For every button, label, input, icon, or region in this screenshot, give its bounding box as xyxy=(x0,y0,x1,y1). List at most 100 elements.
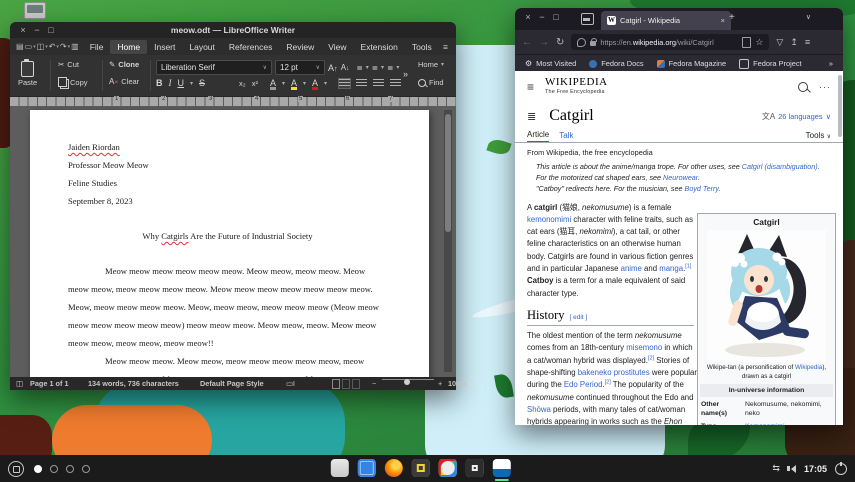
toolbar-overflow-icon[interactable]: » xyxy=(403,69,408,79)
menu-tab-layout[interactable]: Layout xyxy=(182,40,222,54)
workspace-dot[interactable] xyxy=(34,465,42,473)
document-area[interactable]: Jaiden Riordan Professor Meow Meow Felin… xyxy=(10,106,456,377)
reader-mode-icon[interactable] xyxy=(742,37,751,48)
reload-icon[interactable]: ↻ xyxy=(556,37,564,48)
workspace-dot[interactable] xyxy=(66,465,74,473)
files-app-icon[interactable] xyxy=(330,459,348,477)
menu-tab-extension[interactable]: Extension xyxy=(354,40,405,54)
cut-button[interactable]: ✂Cut xyxy=(58,60,79,69)
menu-tab-file[interactable]: File xyxy=(83,40,111,54)
strikethrough-button[interactable]: S xyxy=(199,78,205,88)
paste-icon[interactable] xyxy=(21,61,34,77)
dropdown-icon[interactable]: ▾ xyxy=(303,80,306,87)
list-tabs-icon[interactable]: ∨ xyxy=(806,13,811,21)
word-count[interactable]: 134 words, 736 characters xyxy=(88,379,179,388)
dropdown-icon[interactable]: ▾ xyxy=(282,80,285,87)
tools-menu[interactable]: Tools ∨ xyxy=(806,131,831,142)
workspace-dot[interactable] xyxy=(82,465,90,473)
system-tray[interactable]: ⇆ 17:05 xyxy=(772,455,847,482)
edit-link[interactable]: [ edit ] xyxy=(570,312,588,324)
languages-button[interactable]: 文A 26 languages ∨ xyxy=(762,111,831,122)
superscript-button[interactable]: x² xyxy=(252,79,258,88)
dropdown-icon[interactable]: ▾ xyxy=(68,44,71,50)
workspace-dot[interactable] xyxy=(50,465,58,473)
contents-icon[interactable]: ≣ xyxy=(527,110,536,123)
grow-font-icon[interactable]: A↑ xyxy=(328,63,338,73)
dropdown-icon[interactable]: ▾ xyxy=(366,64,369,71)
boxes-app-icon[interactable] xyxy=(357,459,375,477)
media-app-icon[interactable] xyxy=(465,459,483,477)
bookmark-star-icon[interactable]: ☆ xyxy=(755,37,763,48)
bookmark-fedora-magazine[interactable]: Fedora Magazine xyxy=(657,59,727,68)
underline-button[interactable]: U xyxy=(178,78,185,88)
minimize-icon[interactable]: − xyxy=(30,25,44,35)
redo-icon[interactable]: ↷ xyxy=(60,42,67,51)
tab-close-icon[interactable]: × xyxy=(721,16,725,25)
desktop-computer-icon[interactable] xyxy=(24,2,46,19)
align-left-icon[interactable] xyxy=(339,79,350,88)
minimize-icon[interactable]: − xyxy=(535,12,549,22)
dropdown-icon[interactable]: ▾ xyxy=(396,64,399,71)
outline-list-icon[interactable]: ≣ xyxy=(387,63,393,72)
font-color-icon[interactable]: A xyxy=(312,79,318,88)
menubar-icon[interactable]: ▤ xyxy=(16,42,24,51)
workspace-switcher[interactable] xyxy=(34,465,90,473)
new-tab-icon[interactable]: + xyxy=(729,12,735,23)
show-apps-icon[interactable] xyxy=(8,461,24,477)
clone-button[interactable]: ✎Clone xyxy=(109,60,139,69)
italic-button[interactable]: I xyxy=(169,78,172,88)
open-icon[interactable]: ▭ xyxy=(25,42,33,51)
main-menu-icon[interactable]: ≡ xyxy=(527,80,534,94)
camera-app-icon[interactable] xyxy=(411,459,429,477)
dropdown-icon[interactable]: ▾ xyxy=(324,80,327,87)
menu-tab-insert[interactable]: Insert xyxy=(147,40,182,54)
selection-mode-icon[interactable]: ▭I xyxy=(286,379,295,388)
url-bar[interactable]: https://en.wikipedia.org/wiki/Catgirl ☆ xyxy=(571,34,769,50)
maximize-icon[interactable]: □ xyxy=(44,25,58,35)
character-highlight-icon[interactable]: A xyxy=(270,79,276,88)
maximize-icon[interactable]: □ xyxy=(549,12,563,22)
dropdown-icon[interactable]: ▾ xyxy=(381,64,384,71)
more-options-icon[interactable]: ··· xyxy=(819,82,831,92)
tab-talk[interactable]: Talk xyxy=(559,131,573,142)
menu-tab-view[interactable]: View xyxy=(321,40,353,54)
document-page[interactable]: Jaiden Riordan Professor Meow Meow Felin… xyxy=(30,110,429,377)
bookmark-most-visited[interactable]: ⚙ Most Visited xyxy=(525,59,576,68)
numbered-list-icon[interactable]: ≣ xyxy=(372,63,378,72)
close-icon[interactable]: × xyxy=(521,12,535,22)
firefox-app-icon[interactable] xyxy=(384,459,402,477)
dropdown-icon[interactable]: ▾ xyxy=(56,44,59,50)
menu-tab-review[interactable]: Review xyxy=(279,40,321,54)
dropdown-icon[interactable]: ▾ xyxy=(33,44,36,50)
save-icon[interactable]: ◫ xyxy=(37,42,45,51)
menu-tab-references[interactable]: References xyxy=(222,40,279,54)
page-count[interactable]: Page 1 of 1 xyxy=(30,379,69,388)
forward-icon[interactable]: → xyxy=(539,37,549,48)
bookmark-fedora-docs[interactable]: Fedora Docs xyxy=(589,59,643,68)
view-layout-icons[interactable] xyxy=(332,379,362,389)
pocket-icon[interactable]: ▽ xyxy=(776,37,783,48)
writer-scrollbar[interactable] xyxy=(444,110,452,372)
page-style[interactable]: Default Page Style xyxy=(200,379,264,388)
browser-tab[interactable]: W Catgirl - Wikipedia × xyxy=(601,11,731,30)
print-icon[interactable]: ▥ xyxy=(71,42,79,51)
zoom-in-icon[interactable]: + xyxy=(438,379,442,388)
undo-icon[interactable]: ↶ xyxy=(49,42,56,51)
align-center-icon[interactable] xyxy=(356,79,367,88)
paste-label[interactable]: Paste xyxy=(18,78,37,87)
menu-tab-home[interactable]: Home xyxy=(110,40,147,54)
bookmark-fedora-project[interactable]: Fedora Project xyxy=(739,59,801,69)
align-right-icon[interactable] xyxy=(373,79,384,88)
app-menu-icon[interactable]: ≡ xyxy=(805,37,810,47)
firefox-view-icon[interactable] xyxy=(581,13,594,25)
shrink-font-icon[interactable]: A↓ xyxy=(341,63,350,72)
dropdown-icon[interactable]: ▾ xyxy=(190,80,193,87)
search-icon[interactable] xyxy=(798,82,808,92)
bullet-list-icon[interactable]: ≣ xyxy=(356,63,362,72)
font-size-select[interactable]: 12 pt∨ xyxy=(275,60,325,75)
zoom-percent[interactable]: 100% xyxy=(448,379,467,388)
lock-icon[interactable] xyxy=(590,41,596,46)
kemonomimi-link[interactable]: Kemonomimi xyxy=(745,422,785,425)
software-app-icon[interactable] xyxy=(438,459,456,477)
scrollbar-thumb[interactable] xyxy=(445,114,451,232)
